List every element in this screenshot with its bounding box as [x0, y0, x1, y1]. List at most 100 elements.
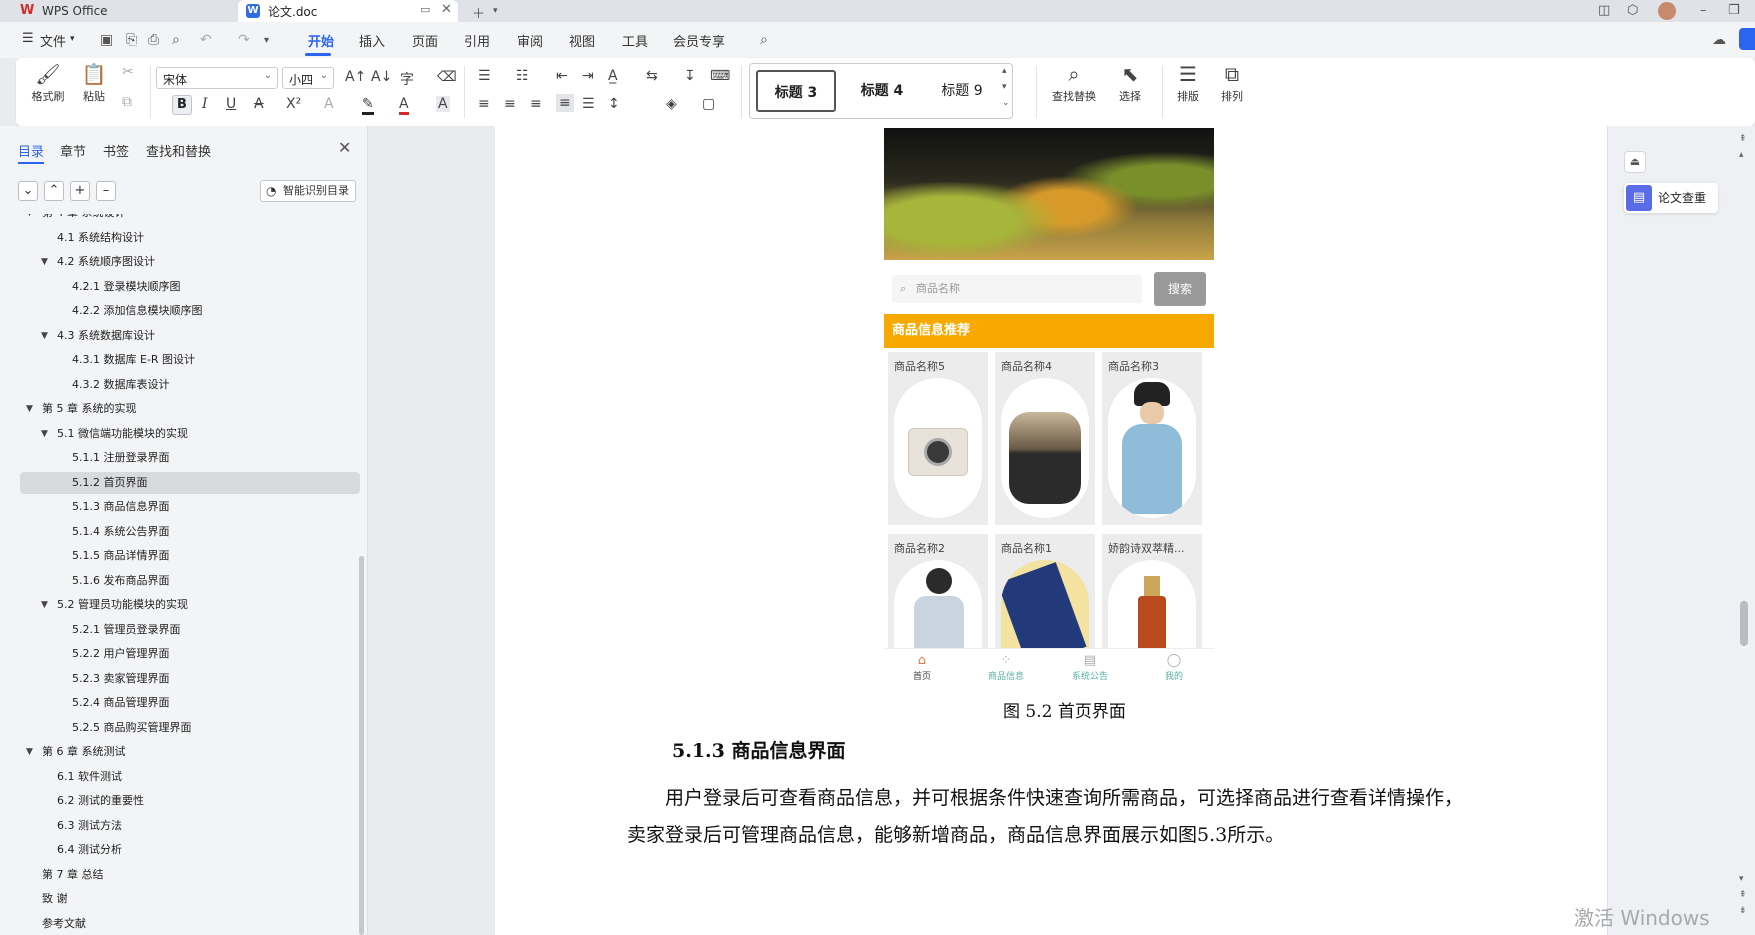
- format-painter-button[interactable]: 🖌 格式刷: [30, 62, 66, 104]
- align-right-icon[interactable]: ≡: [530, 96, 542, 112]
- toc-item[interactable]: 6.1 软件测试: [20, 766, 360, 788]
- tab-home[interactable]: 开始: [308, 31, 334, 50]
- navigation-scrollbar[interactable]: [359, 556, 364, 935]
- strikethrough-icon[interactable]: A: [254, 96, 264, 112]
- tab-list-chevron-icon[interactable]: ▾: [493, 6, 498, 16]
- toc-item[interactable]: 致 谢: [20, 888, 360, 910]
- tab-window-icon[interactable]: ▭: [420, 3, 430, 16]
- font-size-select[interactable]: 小四 ⌄: [282, 67, 334, 89]
- paste-button[interactable]: 📋 粘贴: [76, 62, 112, 104]
- toc-item[interactable]: ▼ 第 4 章 系统设计: [20, 214, 360, 224]
- toc-item[interactable]: 第 7 章 总结: [20, 864, 360, 886]
- undo-icon[interactable]: ↶: [200, 32, 212, 48]
- numbered-list-icon[interactable]: ☷: [516, 68, 529, 84]
- print-icon[interactable]: ⎙: [148, 32, 159, 48]
- collapse-all-button[interactable]: ⌄: [18, 181, 38, 201]
- nav-tab-chapters[interactable]: 章节: [60, 141, 86, 160]
- file-chevron-icon[interactable]: ▾: [70, 34, 75, 44]
- remove-heading-button[interactable]: –: [96, 181, 116, 201]
- cloud-icon[interactable]: ☁: [1712, 32, 1726, 48]
- superscript-icon[interactable]: X²: [286, 96, 301, 112]
- toc-item[interactable]: ▼ 4.2 系统顺序图设计: [20, 251, 360, 273]
- styles-scroll-up-icon[interactable]: ▴: [1002, 66, 1007, 76]
- maximize-icon[interactable]: ❐: [1728, 3, 1740, 18]
- cut-icon[interactable]: ✂: [122, 64, 134, 80]
- toc-item[interactable]: ▼ 第 6 章 系统测试: [20, 741, 360, 763]
- align-left-icon[interactable]: ≡: [478, 96, 490, 112]
- clear-format-icon[interactable]: ⌫: [437, 69, 457, 85]
- smart-toc-button[interactable]: ◔ 智能识别目录: [260, 180, 356, 202]
- scroll-top-icon[interactable]: ⇞: [1739, 134, 1747, 144]
- styles-more-icon[interactable]: ⌄: [1002, 98, 1010, 108]
- typeset-button[interactable]: ☰ 排版: [1168, 62, 1208, 104]
- sidebar-toggle-icon[interactable]: ◫: [1598, 3, 1610, 18]
- toc-item[interactable]: 5.2.2 用户管理界面: [20, 643, 360, 665]
- nav-tab-find-replace[interactable]: 查找和替换: [146, 141, 211, 160]
- page-up-icon[interactable]: ⇞: [1739, 890, 1747, 900]
- toc-item[interactable]: 5.1.5 商品详情界面: [20, 545, 360, 567]
- toc-item[interactable]: ▼ 第 5 章 系统的实现: [20, 398, 360, 420]
- tab-member[interactable]: 会员专享: [673, 31, 725, 50]
- bullet-list-icon[interactable]: ☰: [478, 68, 491, 84]
- toc-item[interactable]: 5.2.5 商品购买管理界面: [20, 717, 360, 739]
- expand-arrow-icon[interactable]: ▼: [26, 741, 33, 763]
- toc-item[interactable]: 5.1.6 发布商品界面: [20, 570, 360, 592]
- cube-icon[interactable]: ⬡: [1627, 3, 1638, 18]
- chinese-layout-icon[interactable]: A̲: [608, 68, 618, 84]
- expand-arrow-icon[interactable]: ▼: [41, 251, 48, 273]
- toc-item[interactable]: 4.3.2 数据库表设计: [20, 374, 360, 396]
- file-menu[interactable]: 文件: [40, 31, 66, 50]
- toc-item[interactable]: 5.1.4 系统公告界面: [20, 521, 360, 543]
- toc-item[interactable]: 4.2.2 添加信息模块顺序图: [20, 300, 360, 322]
- toc-item[interactable]: 参考文献: [20, 913, 360, 935]
- font-name-select[interactable]: 宋体 ⌄: [156, 67, 278, 89]
- toc-item[interactable]: 4.2.1 登录模块顺序图: [20, 276, 360, 298]
- highlight-icon[interactable]: ✎: [362, 96, 374, 115]
- tab-document[interactable]: W 论文.doc ▭ ✕: [238, 0, 458, 22]
- redo-icon[interactable]: ↷: [238, 32, 250, 48]
- sort-icon[interactable]: ↧: [684, 68, 696, 84]
- border-icon[interactable]: ▢: [702, 96, 715, 112]
- bold-button[interactable]: B: [172, 95, 192, 115]
- expand-arrow-icon[interactable]: ▼: [41, 594, 48, 616]
- tab-tools[interactable]: 工具: [622, 31, 648, 50]
- decrease-indent-icon[interactable]: ⇤: [556, 68, 568, 84]
- toc-item[interactable]: 4.3.1 数据库 E-R 图设计: [20, 349, 360, 371]
- tab-view[interactable]: 视图: [569, 31, 595, 50]
- shrink-font-icon[interactable]: A↓: [371, 69, 392, 85]
- expand-arrow-icon[interactable]: ▼: [41, 325, 48, 347]
- nav-tab-bookmarks[interactable]: 书签: [103, 141, 129, 160]
- style-heading-4[interactable]: 标题 4: [842, 70, 922, 112]
- select-button[interactable]: ⬉ 选择: [1110, 62, 1150, 104]
- underline-icon[interactable]: U: [226, 96, 236, 112]
- share-icon[interactable]: ⎘: [126, 32, 137, 48]
- save-icon[interactable]: ▣: [100, 32, 113, 48]
- toc-item[interactable]: 6.4 测试分析: [20, 839, 360, 861]
- scroll-up-icon[interactable]: ▴: [1739, 150, 1744, 160]
- tab-wps-office[interactable]: W WPS Office: [20, 0, 220, 22]
- styles-scroll-down-icon[interactable]: ▾: [1002, 82, 1007, 92]
- collapse-up-icon[interactable]: ⏏: [1624, 151, 1646, 173]
- expand-arrow-icon[interactable]: ▼: [26, 398, 33, 420]
- toc-item[interactable]: 5.2.4 商品管理界面: [20, 692, 360, 714]
- toc-item[interactable]: 5.2.3 卖家管理界面: [20, 668, 360, 690]
- expand-arrow-icon[interactable]: ▼: [41, 423, 48, 445]
- toc-item[interactable]: 5.2.1 管理员登录界面: [20, 619, 360, 641]
- tab-references[interactable]: 引用: [464, 31, 490, 50]
- style-heading-9[interactable]: 标题 9: [926, 70, 998, 112]
- add-heading-button[interactable]: +: [70, 181, 90, 201]
- grow-font-icon[interactable]: A↑: [345, 69, 366, 85]
- tab-insert[interactable]: 插入: [359, 31, 385, 50]
- text-effect-icon[interactable]: A: [324, 96, 334, 112]
- show-marks-icon[interactable]: ⌨: [710, 68, 730, 84]
- quick-access-chevron-icon[interactable]: ▾: [264, 35, 269, 46]
- arrange-button[interactable]: ⧉ 排列: [1212, 62, 1252, 104]
- toc-item[interactable]: 4.1 系统结构设计: [20, 227, 360, 249]
- page-down-icon[interactable]: ⇟: [1739, 906, 1747, 916]
- tab-review[interactable]: 审阅: [517, 31, 543, 50]
- tab-page[interactable]: 页面: [412, 31, 438, 50]
- toc-item[interactable]: 5.1.3 商品信息界面: [20, 496, 360, 518]
- nav-tab-toc[interactable]: 目录: [18, 141, 44, 160]
- toc-item[interactable]: 6.2 测试的重要性: [20, 790, 360, 812]
- cloud-sync-button[interactable]: [1739, 28, 1755, 50]
